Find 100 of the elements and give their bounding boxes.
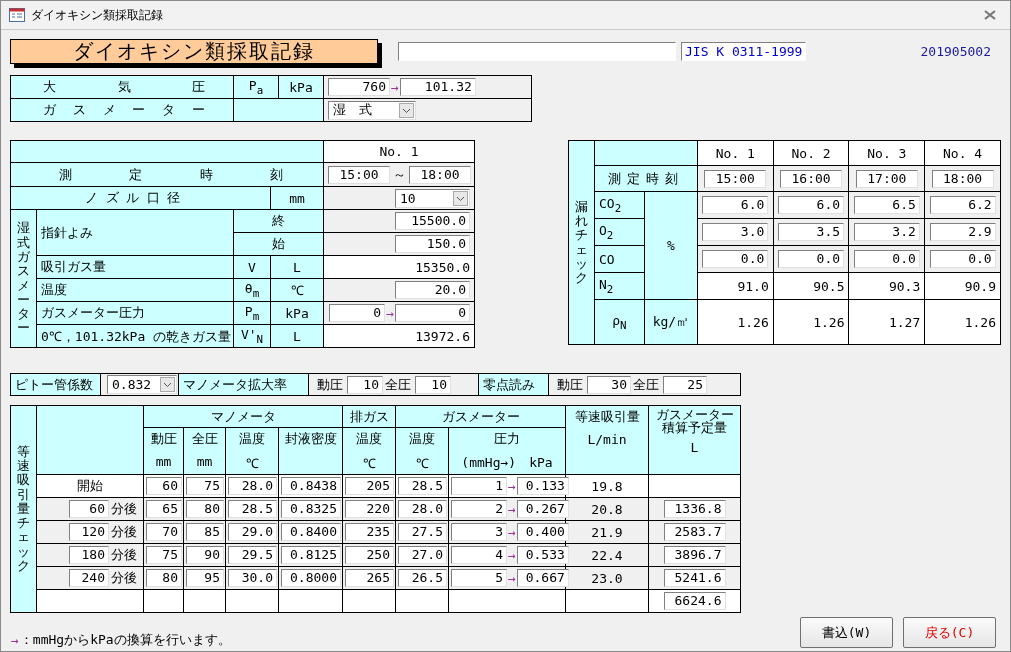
field-label: 分後 — [111, 501, 137, 516]
input-field[interactable]: 4 — [451, 546, 507, 564]
form-icon — [9, 8, 25, 22]
input-field[interactable]: 240 — [69, 569, 109, 587]
input-field[interactable]: 95 — [186, 569, 224, 587]
input-field[interactable]: 0.0 — [702, 250, 769, 268]
input-field[interactable]: 3896.7 — [663, 546, 726, 564]
input-field[interactable]: 220 — [345, 500, 394, 518]
window-title: ダイオキシン類採取記録 — [31, 6, 163, 24]
input-field[interactable]: 235 — [345, 523, 394, 541]
column-header: 全圧 — [191, 430, 218, 448]
input-field[interactable]: 18:00 — [409, 165, 471, 184]
dropdown[interactable]: 10 — [394, 188, 470, 208]
write-button[interactable]: 書込(W) — [800, 617, 893, 648]
input-field[interactable]: 29.0 — [228, 523, 277, 541]
input-field[interactable]: 27.0 — [398, 546, 447, 564]
input-field[interactable]: 2583.7 — [663, 523, 726, 541]
note-text: ：mmHgからkPaの換算を行います。 — [19, 632, 231, 647]
input-field[interactable]: 27.5 — [398, 523, 447, 541]
input-field[interactable]: 101.32 — [399, 78, 476, 96]
input-field[interactable]: 0.400 — [516, 523, 569, 541]
input-field[interactable]: 60 — [69, 500, 109, 518]
input-field[interactable]: 250 — [345, 546, 394, 564]
input-field[interactable]: 30 — [587, 375, 631, 394]
input-field[interactable]: 70 — [146, 523, 182, 541]
input-field[interactable]: 0.667 — [516, 569, 569, 587]
back-button[interactable]: 戻る(C) — [903, 617, 996, 648]
input-field[interactable]: 85 — [186, 523, 224, 541]
input-field[interactable]: 6624.6 — [663, 592, 726, 610]
input-field[interactable]: 150.0 — [394, 235, 470, 253]
standard-field[interactable]: JIS K 0311-1999 — [681, 41, 806, 61]
input-field[interactable]: 16:00 — [780, 169, 843, 188]
input-field[interactable]: 205 — [345, 477, 394, 495]
input-field[interactable]: 0.8438 — [281, 477, 341, 495]
input-field[interactable]: 0.0 — [929, 250, 996, 268]
input-field[interactable]: 0.0 — [853, 250, 920, 268]
column-header: 温度 — [356, 430, 382, 448]
input-field[interactable]: 3.0 — [702, 223, 769, 241]
input-field[interactable]: 3 — [451, 523, 507, 541]
input-field[interactable]: 25 — [663, 375, 707, 394]
input-field[interactable]: 0.533 — [516, 546, 569, 564]
input-field[interactable]: 28.0 — [398, 500, 447, 518]
input-field[interactable]: 265 — [345, 569, 394, 587]
input-field[interactable]: 5241.6 — [663, 569, 726, 587]
input-field[interactable]: 26.5 — [398, 569, 447, 587]
input-field[interactable]: 18:00 — [931, 169, 994, 188]
input-field[interactable]: 6.5 — [853, 196, 920, 214]
group-label: 等速吸引量チェック — [10, 405, 37, 613]
input-field[interactable]: 30.0 — [228, 569, 277, 587]
input-field[interactable]: 6.2 — [929, 196, 996, 214]
input-field[interactable]: 0.8400 — [281, 523, 341, 541]
input-field[interactable]: 0.8000 — [281, 569, 341, 587]
input-field[interactable]: 0 — [394, 304, 470, 322]
input-field[interactable]: 15:00 — [328, 165, 390, 184]
input-field[interactable]: 0.267 — [516, 500, 569, 518]
input-field[interactable]: 80 — [146, 569, 182, 587]
input-field[interactable]: 3.5 — [778, 223, 845, 241]
input-field[interactable]: 2 — [451, 500, 507, 518]
dropdown[interactable]: 0.832 — [107, 375, 177, 394]
unit-label: % — [644, 191, 698, 300]
input-field[interactable]: 20.0 — [394, 281, 470, 299]
conversion-arrow: → — [391, 79, 399, 95]
input-field[interactable]: 75 — [186, 477, 224, 495]
input-field[interactable]: 2.9 — [929, 223, 996, 241]
input-field[interactable]: 3.2 — [853, 223, 920, 241]
input-field[interactable]: 0.8325 — [281, 500, 341, 518]
row-label: 零点読み — [478, 373, 549, 396]
input-field[interactable]: 0.133 — [516, 477, 569, 495]
input-field[interactable]: 1 — [451, 477, 507, 495]
input-field[interactable]: 0.8125 — [281, 546, 341, 564]
input-field[interactable]: 60 — [146, 477, 182, 495]
input-field[interactable]: 90 — [186, 546, 224, 564]
input-field[interactable]: 65 — [146, 500, 182, 518]
input-field[interactable]: 10 — [415, 375, 451, 394]
input-field[interactable]: 17:00 — [855, 169, 918, 188]
input-field[interactable]: 15500.0 — [394, 212, 470, 230]
input-field[interactable]: 80 — [186, 500, 224, 518]
input-field[interactable]: 15:00 — [704, 169, 767, 188]
caret-icon — [160, 377, 175, 392]
input-field[interactable]: 10 — [347, 375, 383, 394]
close-icon[interactable] — [984, 10, 996, 20]
input-field[interactable]: 0 — [329, 304, 386, 322]
dropdown[interactable]: 湿 式 — [328, 100, 416, 120]
input-field[interactable]: 1336.8 — [663, 500, 726, 518]
input-field[interactable]: 0.0 — [778, 250, 845, 268]
input-field[interactable]: 120 — [69, 523, 109, 541]
input-field[interactable] — [398, 41, 676, 61]
field-label: 動圧 — [317, 376, 343, 392]
value-cell: 1.27 — [848, 299, 925, 345]
column-header: 温度 — [409, 430, 435, 448]
input-field[interactable]: 28.5 — [228, 500, 277, 518]
input-field[interactable]: 28.5 — [398, 477, 447, 495]
input-field[interactable]: 760 — [328, 78, 390, 96]
input-field[interactable]: 5 — [451, 569, 507, 587]
input-field[interactable]: 29.5 — [228, 546, 277, 564]
input-field[interactable]: 6.0 — [702, 196, 769, 214]
input-field[interactable]: 75 — [146, 546, 182, 564]
input-field[interactable]: 6.0 — [778, 196, 845, 214]
input-field[interactable]: 28.0 — [228, 477, 277, 495]
input-field[interactable]: 180 — [69, 546, 109, 564]
